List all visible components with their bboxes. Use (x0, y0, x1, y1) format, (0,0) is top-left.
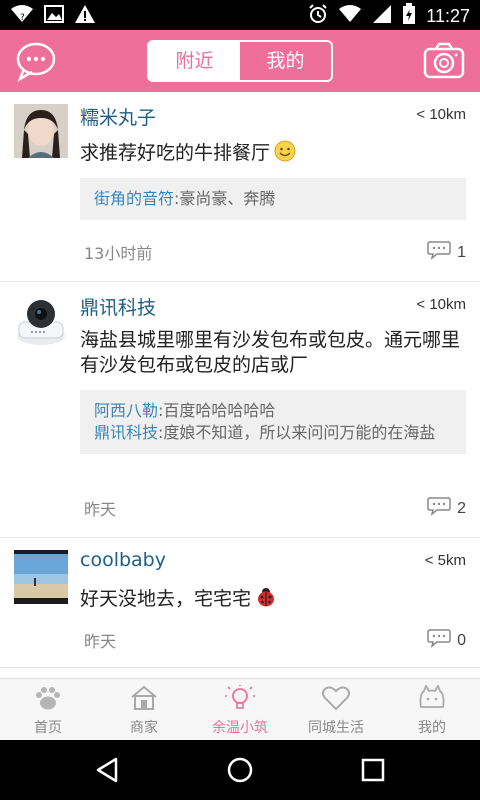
warning-icon (74, 4, 96, 28)
avatar[interactable] (14, 104, 68, 158)
tab-merchants[interactable]: 商家 (96, 679, 192, 740)
reply-author[interactable]: 鼎讯科技 (94, 423, 158, 442)
camera-button[interactable] (422, 40, 466, 82)
tab-label: 我的 (418, 720, 446, 736)
post-username[interactable]: 糯米丸子 (80, 103, 156, 130)
tab-city-life[interactable]: 同城生活 (288, 679, 384, 740)
lightbulb-icon (225, 685, 255, 715)
tab-mine[interactable]: 我的 (240, 42, 331, 80)
wifi-question-icon: ? (10, 4, 34, 28)
post-distance: < 5km (424, 552, 466, 569)
tab-mine-bottom[interactable]: 我的 (384, 679, 480, 740)
post-username[interactable]: 鼎讯科技 (80, 293, 156, 320)
image-notification-icon (44, 5, 64, 27)
post-content-text: 求推荐好吃的牛排餐厅 (80, 142, 271, 164)
post-distance: < 10km (416, 296, 466, 313)
comment-count-button[interactable]: 1 (427, 240, 466, 265)
comment-bubble-icon (427, 240, 451, 265)
post-content: 求推荐好吃的牛排餐厅 (80, 140, 468, 169)
system-nav-bar (0, 740, 480, 800)
app-header: 附近 我的 (0, 30, 480, 92)
cat-face-icon (417, 683, 447, 715)
bottom-tab-bar: 首页 商家 余温小筑 同城生活 我的 (0, 678, 480, 740)
smile-emoji-icon (274, 140, 296, 169)
comment-count: 2 (457, 499, 466, 517)
post-username[interactable]: coolbaby (80, 549, 166, 571)
camera-icon (422, 42, 466, 86)
reply-box[interactable]: 街角的音符:豪尚豪、奔腾 (80, 178, 466, 220)
tab-label: 商家 (130, 720, 158, 736)
post-item[interactable]: 鼎讯科技 < 10km 海盐县城里哪里有沙发包布或包皮。通元哪里有沙发包布或包皮… (0, 282, 480, 538)
post-item[interactable]: coolbaby < 5km 好天没地去，宅宅宅 昨天 0 (0, 538, 480, 668)
signal-icon (372, 4, 392, 28)
reply-line: 鼎讯科技:度娘不知道，所以来问问万能的在海盐 (94, 422, 452, 444)
home-icon[interactable] (225, 755, 255, 785)
post-item[interactable]: 糯米丸子 < 10km 求推荐好吃的牛排餐厅 街角的音符:豪尚豪、奔腾 13小时… (0, 92, 480, 282)
reply-text: :度娘不知道，所以来问问万能的在海盐 (158, 423, 436, 442)
svg-text:?: ? (20, 13, 25, 23)
back-icon[interactable] (92, 755, 122, 785)
clock-time: 11:27 (426, 5, 470, 26)
comment-count-button[interactable]: 2 (427, 496, 466, 521)
paw-icon (33, 685, 63, 715)
post-content: 海盐县城里哪里有沙发包布或包皮。通元哪里有沙发包布或包皮的店或厂 (80, 329, 461, 376)
tab-label: 首页 (34, 720, 62, 736)
tab-label: 同城生活 (308, 720, 364, 736)
post-time: 昨天 (84, 500, 117, 519)
battery-charging-icon (402, 3, 416, 29)
heart-icon (321, 685, 351, 715)
comment-bubble-icon (427, 496, 451, 521)
post-feed[interactable]: 糯米丸子 < 10km 求推荐好吃的牛排餐厅 街角的音符:豪尚豪、奔腾 13小时… (0, 92, 480, 678)
reply-box[interactable]: 阿西八勒:百度哈哈哈哈哈 鼎讯科技:度娘不知道，所以来问问万能的在海盐 (80, 390, 466, 454)
avatar[interactable] (14, 550, 68, 604)
avatar[interactable] (14, 294, 68, 348)
reply-author[interactable]: 阿西八勒 (94, 401, 158, 420)
post-time: 昨天 (84, 632, 117, 651)
post-time: 13小时前 (84, 244, 153, 263)
alarm-icon (308, 4, 328, 28)
post-distance: < 10km (416, 106, 466, 123)
nearby-mine-toggle: 附近 我的 (147, 40, 333, 82)
status-bar: ? 11:27 (0, 0, 480, 30)
tab-home[interactable]: 首页 (0, 679, 96, 740)
chat-bubble-icon (14, 42, 58, 87)
comment-bubble-icon (427, 628, 451, 653)
reply-text: :百度哈哈哈哈哈 (158, 401, 276, 420)
post-content-text: 好天没地去，宅宅宅 (80, 588, 252, 610)
comment-count: 0 (457, 631, 466, 649)
reply-line: 街角的音符:豪尚豪、奔腾 (94, 188, 452, 210)
wifi-icon (338, 4, 362, 28)
tab-warm-nook[interactable]: 余温小筑 (192, 679, 288, 740)
comment-count-button[interactable]: 0 (427, 628, 466, 653)
ladybug-emoji-icon (255, 586, 277, 615)
post-content: 好天没地去，宅宅宅 (80, 586, 468, 615)
house-icon (129, 685, 159, 715)
reply-line: 阿西八勒:百度哈哈哈哈哈 (94, 400, 452, 422)
recents-icon[interactable] (358, 755, 388, 785)
comment-count: 1 (457, 243, 466, 261)
chat-button[interactable] (14, 39, 58, 83)
reply-text: :豪尚豪、奔腾 (174, 189, 276, 208)
tab-label: 余温小筑 (212, 720, 268, 736)
reply-author[interactable]: 街角的音符 (94, 189, 174, 208)
tab-nearby[interactable]: 附近 (149, 42, 240, 80)
